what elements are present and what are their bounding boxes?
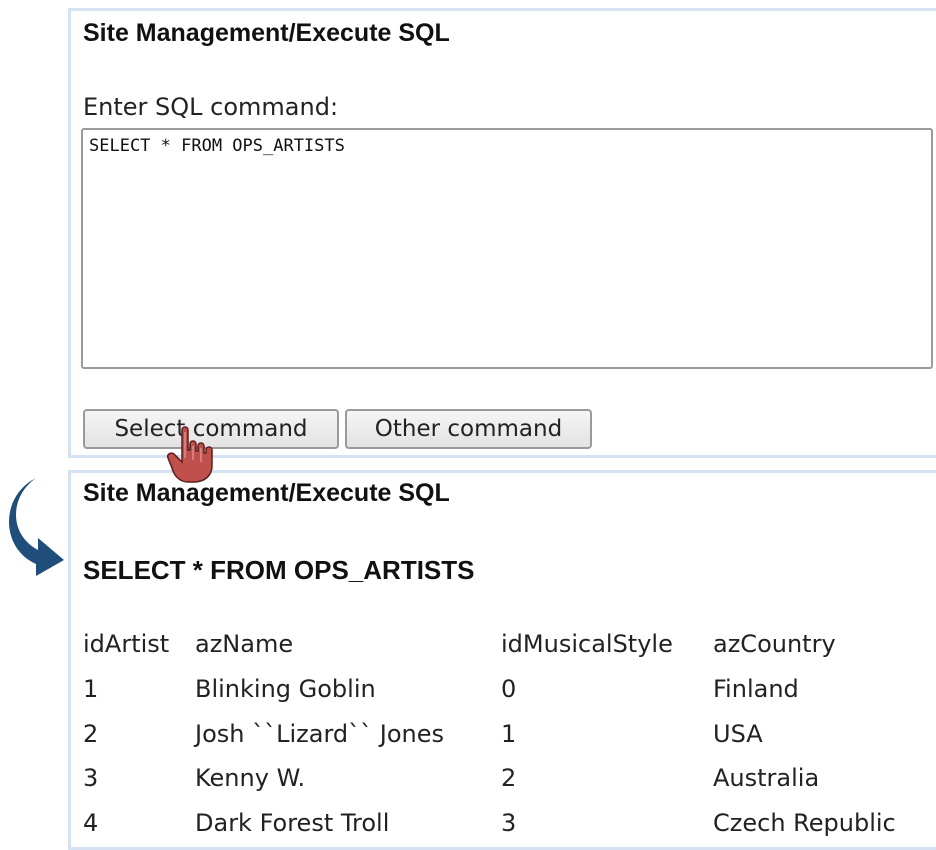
table-row: 2 Josh ``Lizard`` Jones 1 USA (81, 712, 898, 757)
sql-command-textarea[interactable]: SELECT * FROM OPS_ARTISTS (81, 128, 933, 369)
results-title: Site Management/Execute SQL (83, 479, 450, 507)
sql-input-panel: Site Management/Execute SQL Enter SQL co… (68, 8, 936, 458)
table-cell: 4 (83, 808, 99, 837)
table-cell: Czech Republic (713, 808, 896, 837)
table-cell: 2 (83, 719, 99, 748)
hand-pointer-icon (166, 426, 213, 483)
page-title: Site Management/Execute SQL (83, 19, 450, 47)
column-header: azName (195, 630, 294, 658)
table-row: 4 Dark Forest Troll 3 Czech Republic (81, 801, 898, 846)
column-header: idArtist (83, 630, 170, 658)
table-cell: Josh ``Lizard`` Jones (195, 719, 444, 748)
executed-query: SELECT * FROM OPS_ARTISTS (83, 555, 475, 585)
table-cell: Finland (713, 675, 799, 704)
table-cell: 2 (501, 764, 517, 793)
table-cell: Dark Forest Troll (195, 808, 390, 837)
sql-command-label: Enter SQL command: (83, 93, 339, 121)
table-cell: 3 (83, 764, 99, 793)
column-header: azCountry (713, 630, 836, 658)
table-cell: 1 (501, 719, 517, 748)
table-cell: Blinking Goblin (195, 675, 376, 704)
column-header: idMusicalStyle (501, 630, 673, 658)
table-row: 3 Kenny W. 2 Australia (81, 756, 898, 801)
other-command-button[interactable]: Other command (345, 409, 592, 449)
table-cell: 0 (501, 675, 517, 704)
table-cell: Kenny W. (195, 764, 306, 793)
table-cell: 1 (83, 675, 99, 704)
curved-down-arrow-icon (9, 478, 64, 576)
table-row: 1 Blinking Goblin 0 Finland (81, 667, 898, 712)
results-table: idArtist azName idMusicalStyle azCountry… (81, 621, 898, 845)
sql-results-panel: Site Management/Execute SQL SELECT * FRO… (68, 470, 936, 850)
table-cell: USA (713, 719, 763, 748)
table-header-row: idArtist azName idMusicalStyle azCountry (81, 621, 898, 667)
table-cell: Australia (713, 764, 820, 793)
table-cell: 3 (501, 808, 517, 837)
